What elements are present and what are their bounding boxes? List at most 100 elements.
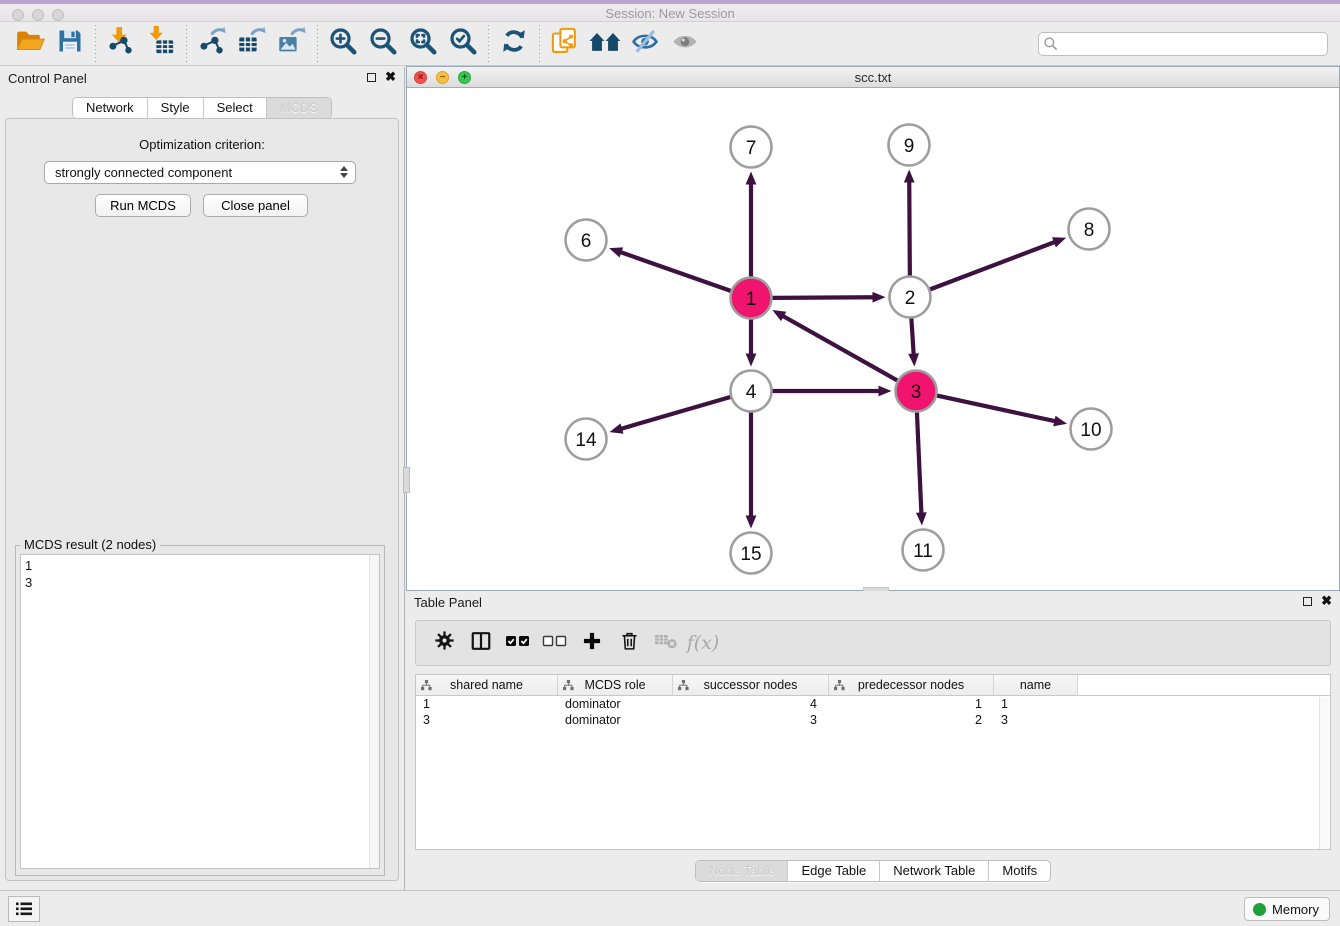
node-8[interactable]: 8: [1069, 209, 1110, 250]
node-9[interactable]: 9: [889, 125, 930, 166]
panel-menu-button[interactable]: [8, 896, 40, 922]
column-header-mcds-role[interactable]: MCDS role: [558, 675, 673, 695]
node-14[interactable]: 14: [566, 419, 607, 460]
tab-select[interactable]: Select: [204, 98, 267, 118]
edge-2-8[interactable]: [930, 237, 1066, 289]
open-file-button[interactable]: [10, 26, 50, 62]
float-table-panel-icon[interactable]: [1303, 597, 1312, 606]
visibility-on-button: [665, 26, 705, 62]
deselect-all-button[interactable]: [541, 628, 569, 658]
cell-shared-name[interactable]: 3: [416, 712, 558, 728]
mcds-result-groupbox: MCDS result (2 nodes) 1 3: [15, 545, 385, 876]
node-15[interactable]: 15: [731, 533, 772, 574]
import-table-button[interactable]: [141, 26, 181, 62]
cell-name[interactable]: 1: [994, 696, 1078, 712]
export-table-button[interactable]: [232, 26, 272, 62]
table-panel: Table Panel ✖ f(x) shared nameMCDS roles…: [406, 591, 1340, 890]
export-table-icon: [237, 26, 267, 61]
network-canvas[interactable]: 7 9 6 8 1 2 4 3 14 10 15 11: [407, 88, 1339, 590]
cell-successor-nodes[interactable]: 3: [673, 712, 829, 728]
column-header-successor-nodes[interactable]: successor nodes: [673, 675, 829, 695]
mcds-result-title: MCDS result (2 nodes): [20, 537, 160, 552]
network-graph[interactable]: 7 9 6 8 1 2 4 3 14 10 15 11: [407, 88, 1339, 591]
zoom-selected-button[interactable]: [443, 26, 483, 62]
cell-predecessor-nodes[interactable]: 1: [829, 696, 994, 712]
network-window-titlebar[interactable]: × − + scc.txt: [407, 67, 1339, 88]
tab-edge-table[interactable]: Edge Table: [788, 861, 880, 881]
edge-1-7[interactable]: [746, 172, 757, 277]
search-input[interactable]: [1038, 32, 1328, 56]
column-header-name[interactable]: name: [994, 675, 1078, 695]
close-panel-icon[interactable]: ✖: [385, 72, 396, 82]
edge-1-6[interactable]: [609, 247, 731, 291]
edge-3-1[interactable]: [772, 310, 897, 380]
table-scrollbar[interactable]: [1319, 697, 1330, 849]
svg-text:6: 6: [581, 231, 592, 252]
edge-3-10[interactable]: [937, 396, 1067, 427]
table-row-2[interactable]: 3dominator323: [416, 712, 1330, 728]
optimization-criterion-select[interactable]: strongly connected component: [44, 161, 356, 184]
refresh-button[interactable]: [494, 26, 534, 62]
tab-network[interactable]: Network: [73, 98, 148, 118]
cell-shared-name[interactable]: 1: [416, 696, 558, 712]
node-6[interactable]: 6: [566, 220, 607, 261]
node-4[interactable]: 4: [731, 371, 772, 412]
tab-style[interactable]: Style: [148, 98, 204, 118]
tab-node-table[interactable]: Node Table: [696, 861, 789, 881]
delete-column-button[interactable]: [615, 628, 643, 658]
control-panel-title: Control Panel: [8, 71, 87, 86]
save-session-button[interactable]: [50, 26, 90, 62]
close-table-panel-icon[interactable]: ✖: [1321, 596, 1332, 606]
result-scrollbar[interactable]: [369, 555, 379, 868]
close-panel-button[interactable]: Close panel: [203, 194, 308, 217]
home-button[interactable]: [585, 26, 625, 62]
tab-network-table[interactable]: Network Table: [880, 861, 989, 881]
node-11[interactable]: 11: [903, 530, 944, 571]
gear-button[interactable]: [430, 628, 458, 658]
cell-mcds-role[interactable]: dominator: [558, 712, 673, 728]
node-7[interactable]: 7: [731, 127, 772, 168]
toolbar-separator: [317, 25, 318, 63]
node-1[interactable]: 1: [731, 278, 772, 319]
clone-network-button[interactable]: [545, 26, 585, 62]
edge-2-9[interactable]: [904, 169, 915, 275]
edge-1-4[interactable]: [746, 320, 757, 367]
columns-button[interactable]: [467, 628, 495, 658]
zoom-in-button[interactable]: [323, 26, 363, 62]
import-network-button[interactable]: [101, 26, 141, 62]
edge-4-15[interactable]: [746, 413, 757, 529]
edge-4-3[interactable]: [773, 386, 892, 397]
select-all-button[interactable]: [504, 628, 532, 658]
column-header-shared-name[interactable]: shared name: [416, 675, 558, 695]
edge-3-11[interactable]: [916, 412, 927, 525]
run-mcds-button[interactable]: Run MCDS: [95, 194, 191, 217]
svg-text:3: 3: [911, 382, 922, 403]
export-network-button[interactable]: [192, 26, 232, 62]
cell-name[interactable]: 3: [994, 712, 1078, 728]
tab-motifs[interactable]: Motifs: [989, 861, 1050, 881]
svg-text:1: 1: [746, 289, 757, 310]
session-title: Session: New Session: [0, 6, 1340, 21]
float-panel-icon[interactable]: [367, 73, 376, 82]
edge-2-3[interactable]: [908, 318, 919, 366]
edge-1-2[interactable]: [772, 292, 885, 303]
table-tabs: Node TableEdge TableNetwork TableMotifs: [406, 860, 1340, 882]
tab-mcds[interactable]: MCDS: [267, 98, 331, 118]
node-10[interactable]: 10: [1071, 409, 1112, 450]
table-row-1[interactable]: 1dominator411: [416, 696, 1330, 712]
vertical-splitter-handle[interactable]: [403, 467, 410, 493]
add-column-button[interactable]: [578, 628, 606, 658]
node-2[interactable]: 2: [890, 277, 931, 318]
cell-predecessor-nodes[interactable]: 2: [829, 712, 994, 728]
cell-successor-nodes[interactable]: 4: [673, 696, 829, 712]
zoom-fit-button[interactable]: [403, 26, 443, 62]
mcds-result-textarea[interactable]: 1 3: [20, 554, 380, 869]
export-image-button[interactable]: [272, 26, 312, 62]
column-header-predecessor-nodes[interactable]: predecessor nodes: [829, 675, 994, 695]
cell-mcds-role[interactable]: dominator: [558, 696, 673, 712]
zoom-out-button[interactable]: [363, 26, 403, 62]
edge-4-14[interactable]: [610, 397, 731, 434]
node-3[interactable]: 3: [896, 371, 937, 412]
visibility-off-button[interactable]: [625, 26, 665, 62]
memory-button[interactable]: Memory: [1244, 897, 1330, 921]
